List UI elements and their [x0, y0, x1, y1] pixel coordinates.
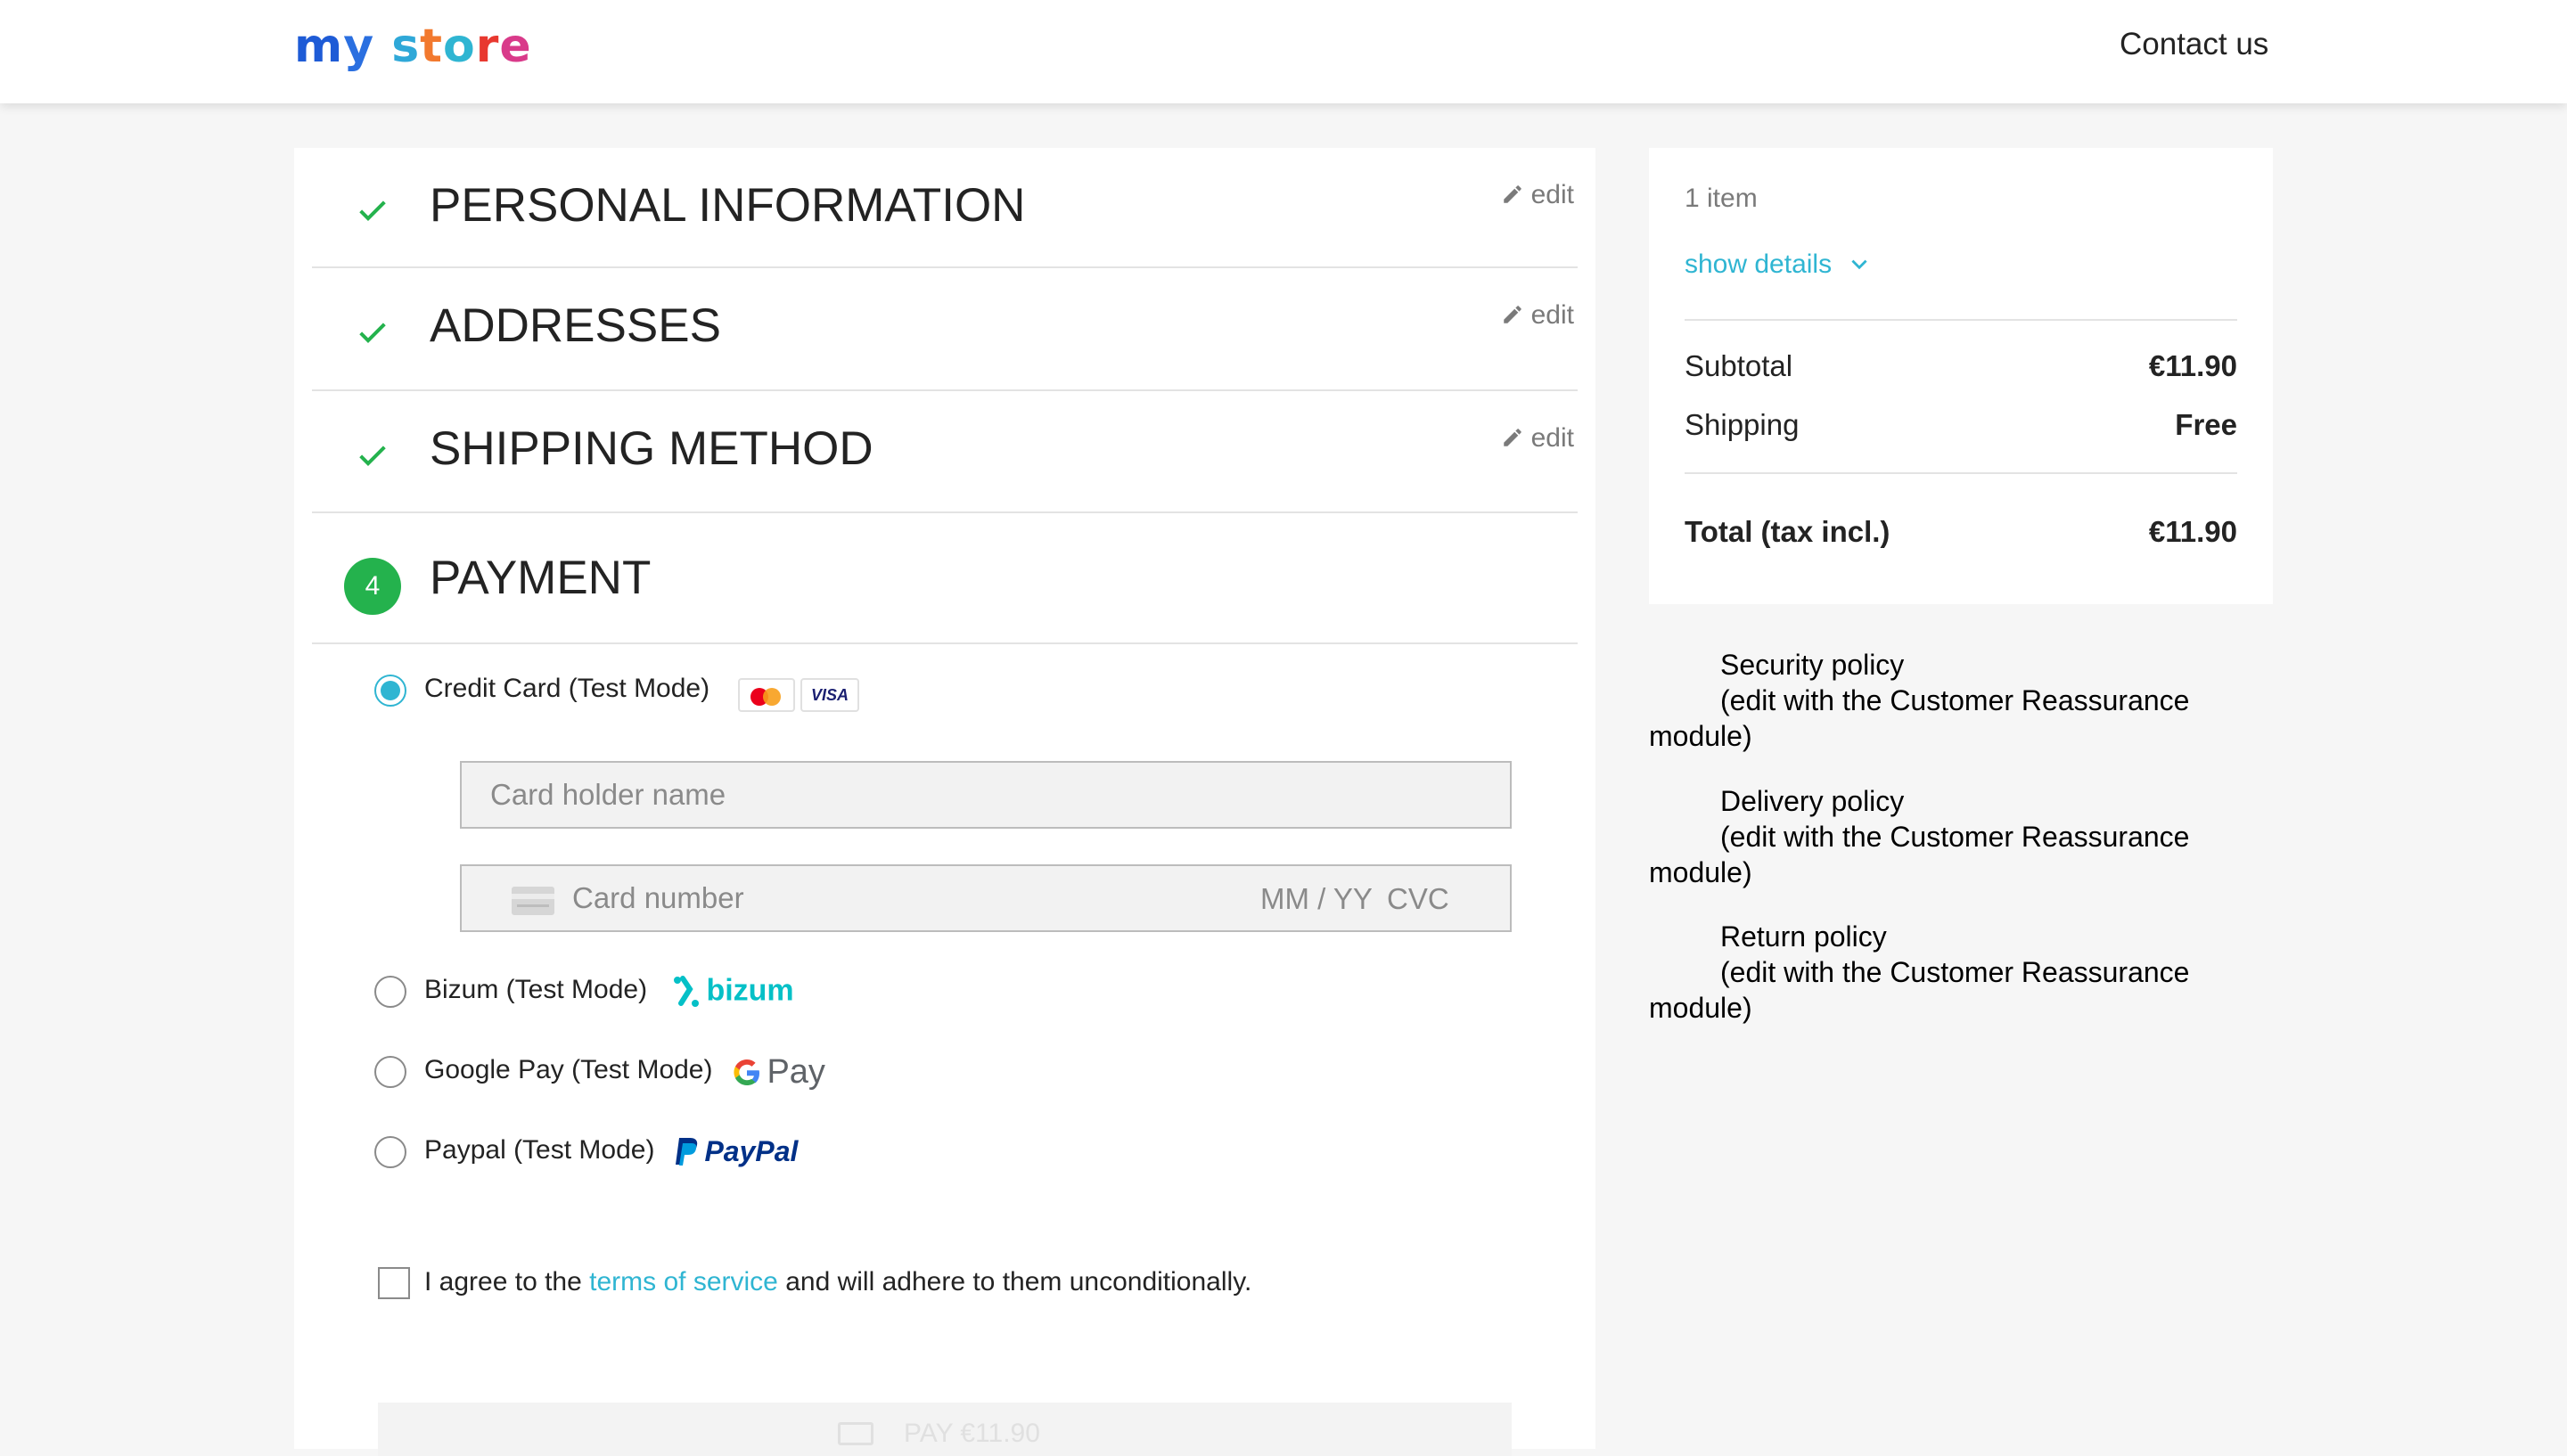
payment-option-label: Google Pay (Test Mode) [424, 1055, 713, 1084]
edit-addresses-link[interactable]: edit [1501, 300, 1574, 331]
shipping-label: Shipping [1685, 408, 1800, 441]
logo-letter: r [475, 20, 500, 73]
order-summary-card: 1 item show details Subtotal €11.90 Ship… [1649, 148, 2273, 604]
bizum-wordmark: bizum [706, 973, 794, 1008]
card-holder-field[interactable] [460, 761, 1512, 829]
terms-checkbox[interactable] [378, 1267, 410, 1299]
logo-letter: o [443, 20, 476, 73]
shipping-value: Free [2175, 408, 2237, 441]
bizum-mark-icon [674, 976, 699, 1007]
logo-letter: t [420, 20, 444, 73]
pay-button-label: PAY €11.90 [838, 1419, 1040, 1449]
reassurance-security: Security policy (edit with the Customer … [1649, 647, 2273, 754]
edit-label: edit [1530, 300, 1574, 330]
payment-option-paypal[interactable]: Paypal (Test Mode) PayPal [374, 1132, 909, 1176]
contact-us-link[interactable]: Contact us [2120, 27, 2268, 62]
google-g-icon [734, 1059, 759, 1085]
pay-button[interactable]: PAY €11.90 [378, 1403, 1512, 1456]
top-header: my store Contact us [0, 0, 2567, 103]
reassurance-text-end: module) [1649, 720, 1752, 752]
edit-label: edit [1530, 180, 1574, 209]
reassurance-text: (edit with the Customer Reassurance [1720, 821, 2190, 853]
show-details-toggle[interactable]: show details [1685, 249, 1871, 280]
logo-letter: y [343, 20, 375, 73]
reassurance-text: (edit with the Customer Reassurance [1720, 956, 2190, 988]
lock-card-icon [838, 1422, 873, 1445]
google-pay-logo: Pay [731, 1053, 825, 1094]
payment-option-google-pay[interactable]: Google Pay (Test Mode) Pay [374, 1051, 909, 1096]
credit-card-radio[interactable] [374, 675, 406, 707]
reassurance-text: (edit with the Customer Reassurance [1720, 684, 2190, 716]
step-title: SHIPPING METHOD [430, 422, 873, 475]
cvc-input[interactable]: CVC [1387, 882, 1449, 916]
step-addresses[interactable]: ADDRESSES edit [312, 268, 1578, 391]
expiry-input[interactable]: MM / YY [1260, 882, 1373, 916]
terms-text: I agree to the terms of service and will… [424, 1267, 1251, 1297]
payment-option-label: Credit Card (Test Mode) [424, 674, 710, 703]
total-label: Total (tax incl.) [1685, 515, 1890, 548]
paypal-p-icon [676, 1137, 698, 1166]
reassurance-title: Security policy [1720, 649, 1905, 681]
reassurance-text-end: module) [1649, 992, 1752, 1024]
reassurance-text-end: module) [1649, 856, 1752, 888]
logo-letter: e [499, 20, 532, 73]
reassurance-return: Return policy (edit with the Customer Re… [1649, 919, 2273, 1026]
pencil-icon [1503, 185, 1521, 203]
step-title: PAYMENT [430, 552, 652, 604]
pencil-icon [1503, 306, 1521, 323]
terms-of-service-link[interactable]: terms of service [589, 1267, 778, 1296]
bizum-radio[interactable] [374, 976, 406, 1008]
terms-prefix: I agree to the [424, 1267, 582, 1296]
reassurance-delivery: Delivery policy (edit with the Customer … [1649, 783, 2273, 890]
subtotal-label: Subtotal [1685, 349, 1793, 382]
logo-letter: s [391, 20, 421, 73]
step-title: PERSONAL INFORMATION [430, 179, 1026, 232]
google-pay-wordmark: Pay [767, 1053, 825, 1091]
payment-option-bizum[interactable]: Bizum (Test Mode) bizum [374, 971, 909, 1016]
payment-option-label: Bizum (Test Mode) [424, 975, 648, 1004]
reassurance-title: Return policy [1720, 920, 1887, 953]
payment-option-credit-card[interactable]: Credit Card (Test Mode) VISA [374, 670, 909, 715]
paypal-radio[interactable] [374, 1136, 406, 1168]
edit-shipping-method-link[interactable]: edit [1501, 423, 1574, 454]
paypal-logo: PayPal [674, 1135, 798, 1176]
bizum-logo: bizum [672, 973, 794, 1014]
check-icon [359, 323, 386, 343]
step-shipping-method[interactable]: SHIPPING METHOD edit [312, 391, 1578, 513]
visa-icon: VISA [800, 678, 859, 712]
step-personal-information[interactable]: PERSONAL INFORMATION edit [312, 148, 1578, 268]
card-number-field[interactable]: MM / YY CVC [460, 864, 1512, 932]
step-payment: 4 PAYMENT [312, 513, 1578, 644]
google-pay-radio[interactable] [374, 1056, 406, 1088]
step-title: ADDRESSES [430, 299, 721, 352]
store-logo[interactable]: my store [294, 20, 532, 82]
subtotal-value: €11.90 [2148, 349, 2237, 382]
show-details-label: show details [1685, 249, 1833, 279]
pay-button-text: PAY €11.90 [904, 1419, 1040, 1448]
terms-suffix: and will adhere to them unconditionally. [785, 1267, 1252, 1296]
check-icon [359, 200, 386, 221]
card-number-input[interactable] [462, 866, 1175, 930]
chevron-down-icon [1851, 259, 1868, 270]
step-number-badge: 4 [344, 558, 401, 615]
total-value: €11.90 [2148, 515, 2237, 548]
items-count: 1 item [1685, 184, 1758, 213]
check-icon [359, 446, 386, 466]
logo-letter [374, 20, 391, 73]
card-holder-input[interactable] [462, 763, 1510, 827]
summary-divider [1685, 472, 2237, 474]
edit-personal-information-link[interactable]: edit [1501, 180, 1574, 210]
pencil-icon [1503, 429, 1521, 446]
logo-letter: m [294, 20, 344, 73]
payment-option-label: Paypal (Test Mode) [424, 1135, 655, 1165]
mastercard-icon [738, 678, 795, 712]
edit-label: edit [1530, 423, 1574, 453]
paypal-wordmark: PayPal [704, 1135, 799, 1167]
reassurance-title: Delivery policy [1720, 785, 1905, 817]
summary-divider [1685, 319, 2237, 321]
